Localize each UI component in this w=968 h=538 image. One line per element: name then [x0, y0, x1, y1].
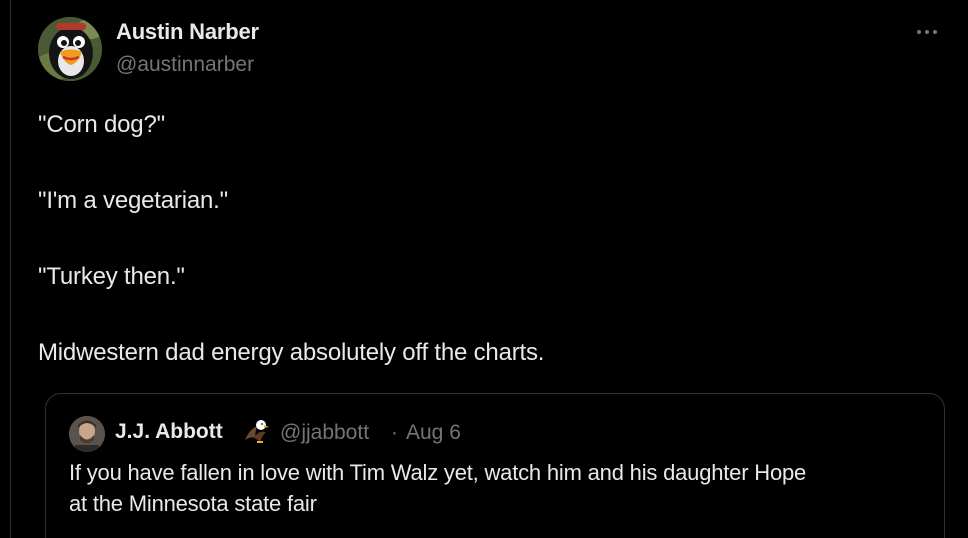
separator-dot: · [391, 421, 398, 444]
tweet-text-line: "I'm a vegetarian." [38, 187, 228, 214]
tweet-text-line: Midwestern dad energy absolutely off the… [38, 339, 545, 366]
quoted-display-name[interactable]: J.J. Abbott [115, 420, 223, 444]
tweet-card[interactable]: Austin Narber @austinnarber "Corn dog?" … [10, 0, 968, 538]
eagle-emoji-icon [242, 418, 270, 446]
quoted-text-line: at the Minnesota state fair [69, 491, 317, 516]
quoted-date[interactable]: Aug 6 [406, 421, 461, 445]
quoted-tweet[interactable]: J.J. Abbott @jjabbott · Aug 6 If you hav… [45, 393, 945, 538]
penguin-avatar-icon [38, 17, 102, 81]
tweet-text-line: "Turkey then." [38, 263, 185, 290]
quoted-author-avatar[interactable] [69, 416, 105, 452]
author-avatar[interactable] [38, 17, 102, 81]
quoted-handle[interactable]: @jjabbott [280, 421, 369, 445]
more-horizontal-icon [917, 30, 937, 34]
more-options-button[interactable] [909, 20, 945, 44]
person-avatar-icon [69, 416, 105, 452]
tweet-text-line: "Corn dog?" [38, 111, 165, 138]
author-display-name[interactable]: Austin Narber [116, 19, 259, 45]
author-handle[interactable]: @austinnarber [116, 53, 254, 77]
quoted-text-line: If you have fallen in love with Tim Walz… [69, 460, 807, 485]
